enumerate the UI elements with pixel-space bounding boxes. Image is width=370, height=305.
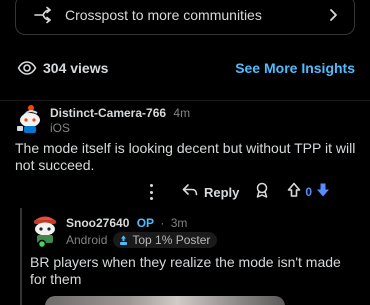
reply-body: BR players when they realize the mode is… (30, 254, 341, 287)
reply-username[interactable]: Snoo27640 (66, 216, 129, 230)
separator-dot: · (160, 216, 165, 230)
top-poster-badge: Top 1% Poster (113, 232, 218, 248)
comment-body: The mode itself is looking decent but wi… (15, 140, 356, 173)
media-thumbnail[interactable] (45, 296, 285, 305)
op-badge: OP (136, 216, 155, 230)
vote-count: 0 (305, 185, 313, 199)
views-row: 304 views See More Insights (17, 57, 355, 79)
comment-username[interactable]: Distinct-Camera-766 (50, 106, 166, 120)
reply-icon (182, 183, 198, 202)
award-button[interactable] (255, 182, 269, 203)
user-flair: iOS (50, 121, 71, 135)
crosspost-button[interactable]: Crosspost to more communities (15, 0, 355, 35)
views-count: 304 views (43, 60, 109, 76)
upvote-icon[interactable] (287, 182, 301, 203)
more-options-icon[interactable] (148, 184, 154, 200)
crosspost-icon (33, 5, 53, 25)
comment-age: 4m (173, 106, 191, 120)
crosspost-label: Crosspost to more communities (65, 7, 262, 23)
award-icon (255, 182, 269, 203)
eye-icon (17, 58, 37, 78)
thread-line[interactable] (20, 208, 22, 305)
badge-label: Top 1% Poster (132, 233, 211, 247)
reply-label: Reply (204, 184, 240, 200)
platform-label: Android (66, 233, 108, 247)
reply-button[interactable]: Reply (182, 183, 239, 202)
comment-actions: Reply 0 (148, 181, 348, 203)
downvote-icon[interactable] (316, 182, 330, 203)
see-more-insights-link[interactable]: See More Insights (235, 60, 355, 76)
divider (0, 100, 370, 101)
avatar[interactable] (30, 212, 60, 249)
reply-age: 3m (170, 216, 188, 230)
avatar[interactable] (15, 104, 43, 134)
vote-controls: 0 (287, 182, 330, 203)
chevron-right-icon (326, 8, 340, 22)
top-poster-icon (118, 235, 129, 246)
